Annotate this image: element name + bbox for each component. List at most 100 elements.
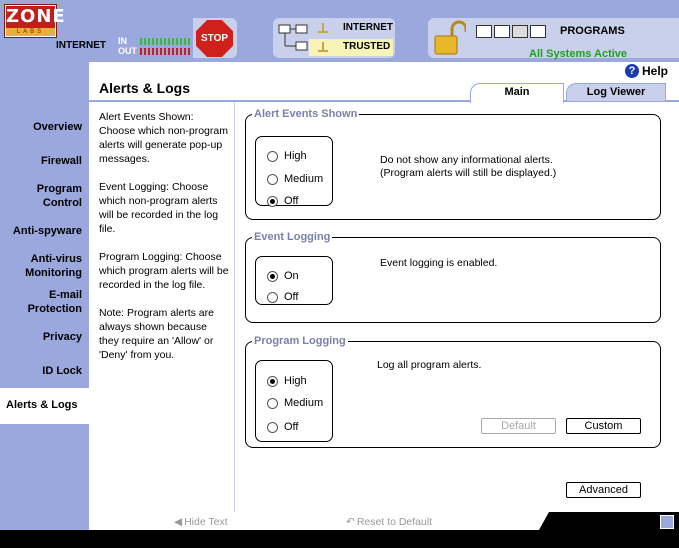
- radio-indicator: [267, 150, 278, 162]
- event-logging-legend: Event Logging: [254, 231, 331, 243]
- top-bar: ZONE LABS INTERNET IN OUT STOP INTERNET …: [0, 0, 679, 62]
- radio-indicator: [267, 195, 278, 207]
- alert-events-medium-radio[interactable]: Medium: [267, 173, 323, 185]
- stop-button-frame: STOP: [193, 18, 237, 58]
- sidebar-item-anti-virus[interactable]: Anti-virus Monitoring: [12, 252, 82, 280]
- programs-label: PROGRAMS: [560, 25, 625, 37]
- advanced-button[interactable]: Advanced: [566, 482, 641, 498]
- program-logging-legend: Program Logging: [254, 335, 346, 347]
- event-logging-message: Event logging is enabled.: [380, 257, 498, 269]
- sidebar-item-program-control[interactable]: Program Control: [12, 182, 82, 210]
- network-icon[interactable]: [277, 22, 309, 54]
- program-slot[interactable]: [530, 25, 546, 38]
- radio-indicator: [267, 270, 278, 282]
- alert-events-group: Alert Events Shown High Medium Off Do no…: [245, 108, 661, 220]
- sidebar-item-email-protection[interactable]: E-mail Protection: [12, 288, 82, 316]
- program-slot[interactable]: [512, 25, 528, 38]
- reset-default-label: Reset to Default: [356, 516, 433, 528]
- program-logging-high-radio[interactable]: High: [267, 375, 307, 387]
- zonelabs-logo: ZONE LABS: [4, 4, 66, 38]
- program-logging-options: High Medium Off: [255, 360, 333, 442]
- resize-grip-icon[interactable]: [660, 515, 674, 529]
- radio-label: Off: [284, 291, 299, 303]
- logo-subtext: LABS: [6, 28, 55, 36]
- default-button[interactable]: Default: [481, 418, 556, 434]
- unlocked-padlock-icon[interactable]: [432, 20, 466, 56]
- stop-button[interactable]: STOP: [196, 20, 233, 57]
- zonealarm-window: ZONE LABS INTERNET IN OUT STOP INTERNET …: [0, 0, 679, 548]
- pin-icon: [318, 23, 328, 33]
- description-alert-events: Alert Events Shown: Choose which non-pro…: [99, 111, 228, 165]
- sidebar-item-alerts-logs[interactable]: Alerts & Logs: [0, 388, 89, 424]
- undo-arrow-icon: ↶: [346, 516, 355, 528]
- internet-label: INTERNET: [56, 40, 106, 51]
- pin-icon: [318, 42, 328, 52]
- description-event-logging: Event Logging: Choose which non-program …: [99, 181, 219, 235]
- radio-label: Medium: [284, 173, 324, 185]
- hide-text-label: Hide Text: [184, 516, 228, 528]
- tab-log-viewer[interactable]: Log Viewer: [566, 83, 666, 101]
- program-slot[interactable]: [476, 25, 492, 38]
- program-slots: [476, 25, 546, 38]
- sidebar-item-firewall[interactable]: Firewall: [41, 154, 82, 168]
- alert-events-message-line1: Do not show any informational alerts.: [380, 154, 553, 166]
- event-logging-options: On Off: [255, 256, 333, 305]
- radio-indicator: [267, 173, 278, 185]
- help-link[interactable]: ? Help: [625, 64, 668, 78]
- logo-text: ZONE: [6, 6, 66, 28]
- help-label: Help: [642, 64, 669, 78]
- inbound-bars: [140, 38, 190, 45]
- help-icon: ?: [625, 64, 639, 78]
- alert-events-message: Do not show any informational alerts. (P…: [380, 154, 556, 180]
- program-logging-medium-radio[interactable]: Medium: [267, 397, 323, 409]
- system-status: All Systems Active: [529, 48, 628, 60]
- sidebar-item-privacy[interactable]: Privacy: [43, 330, 82, 344]
- page-title: Alerts & Logs: [99, 80, 191, 96]
- meter-out-label: OUT: [118, 46, 137, 56]
- traffic-meter: IN OUT: [118, 34, 192, 58]
- custom-button[interactable]: Custom: [566, 418, 641, 434]
- program-logging-message: Log all program alerts.: [377, 359, 482, 371]
- radio-indicator: [267, 291, 278, 303]
- meter-in-label: IN: [118, 36, 127, 46]
- radio-label: On: [284, 270, 299, 282]
- internet-zone-label: INTERNET: [343, 22, 393, 33]
- trusted-zone-row[interactable]: TRUSTED: [309, 39, 393, 56]
- radio-label: High: [284, 150, 307, 162]
- chevron-left-icon: ◀: [174, 516, 183, 528]
- hide-text-link[interactable]: ◀ Hide Text: [174, 516, 228, 528]
- radio-label: Off: [284, 195, 299, 207]
- footer-band: [0, 530, 679, 548]
- event-logging-off-radio[interactable]: Off: [267, 291, 298, 303]
- tab-main[interactable]: Main: [470, 83, 564, 103]
- radio-indicator: [267, 397, 278, 409]
- sidebar-item-id-lock[interactable]: ID Lock: [42, 364, 82, 378]
- alert-events-options: High Medium Off: [255, 136, 333, 207]
- sidebar-item-overview[interactable]: Overview: [33, 120, 82, 134]
- description-note: Note: Program alerts are always shown be…: [99, 307, 214, 361]
- event-logging-on-radio[interactable]: On: [267, 270, 299, 282]
- event-logging-group: Event Logging On Off Event logging is en…: [245, 231, 661, 323]
- description-program-logging: Program Logging: Choose which program al…: [99, 251, 229, 291]
- program-slot[interactable]: [494, 25, 510, 38]
- sidebar: Overview Firewall Program Control Anti-s…: [0, 62, 89, 530]
- reset-default-link[interactable]: ↶ Reset to Default: [346, 516, 432, 528]
- alert-events-high-radio[interactable]: High: [267, 150, 307, 162]
- alert-events-message-line2: (Program alerts will still be displayed.…: [380, 167, 557, 179]
- program-logging-off-radio[interactable]: Off: [267, 421, 298, 433]
- zone-panel: INTERNET TRUSTED: [273, 18, 395, 58]
- alert-events-off-radio[interactable]: Off: [267, 195, 298, 207]
- sidebar-item-label: Alerts & Logs: [6, 399, 78, 411]
- radio-indicator: [267, 421, 278, 433]
- radio-label: Off: [284, 421, 299, 433]
- internet-zone-row[interactable]: INTERNET: [309, 20, 393, 37]
- column-divider: [234, 102, 235, 512]
- trusted-zone-label: TRUSTED: [343, 41, 391, 52]
- sidebar-item-anti-spyware[interactable]: Anti-spyware: [13, 224, 82, 238]
- bottom-bar-dark: [539, 512, 679, 530]
- radio-label: High: [284, 375, 307, 387]
- outbound-bars: [140, 48, 190, 55]
- program-logging-group: Program Logging High Medium Off Log all …: [245, 335, 661, 448]
- alert-events-legend: Alert Events Shown: [254, 108, 358, 120]
- radio-indicator: [267, 375, 278, 387]
